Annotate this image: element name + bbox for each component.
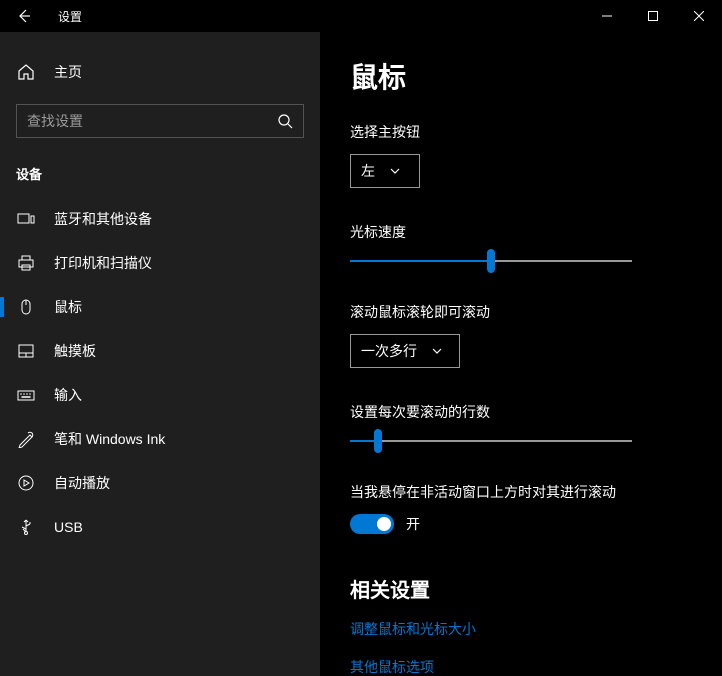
search-box[interactable] <box>16 104 304 138</box>
sidebar-item-touchpad[interactable]: 触摸板 <box>0 329 320 373</box>
sidebar-item-label: 自动播放 <box>54 473 110 493</box>
inactive-hover-label: 当我悬停在非活动窗口上方时对其进行滚动 <box>350 482 692 502</box>
touchpad-icon <box>16 341 36 361</box>
printer-icon <box>16 253 36 273</box>
cursor-speed-slider[interactable] <box>350 260 632 262</box>
scroll-mode-label: 滚动鼠标滚轮即可滚动 <box>350 302 692 322</box>
usb-icon <box>16 517 36 537</box>
minimize-icon <box>602 11 612 21</box>
window-title: 设置 <box>48 8 584 25</box>
chevron-down-icon <box>431 345 443 357</box>
cursor-speed-label: 光标速度 <box>350 222 692 242</box>
sidebar-item-label: 笔和 Windows Ink <box>54 429 165 449</box>
sidebar-item-printers[interactable]: 打印机和扫描仪 <box>0 241 320 285</box>
devices-icon <box>16 209 36 229</box>
chevron-down-icon <box>389 165 401 177</box>
primary-button-dropdown[interactable]: 左 <box>350 154 420 188</box>
page-title: 鼠标 <box>350 56 692 96</box>
link-adjust-mouse-cursor[interactable]: 调整鼠标和光标大小 <box>350 619 692 639</box>
home-link[interactable]: 主页 <box>0 52 320 92</box>
inactive-hover-toggle[interactable] <box>350 514 394 534</box>
sidebar-item-label: 打印机和扫描仪 <box>54 253 152 273</box>
window-controls <box>584 0 722 32</box>
category-header: 设备 <box>0 154 320 197</box>
back-button[interactable] <box>0 0 48 32</box>
lines-per-scroll-label: 设置每次要滚动的行数 <box>350 402 692 422</box>
dropdown-value: 一次多行 <box>361 341 417 361</box>
autoplay-icon <box>16 473 36 493</box>
sidebar-item-pen[interactable]: 笔和 Windows Ink <box>0 417 320 461</box>
pen-icon <box>16 429 36 449</box>
minimize-button[interactable] <box>584 0 630 32</box>
sidebar: 主页 设备 蓝牙和其他设备 打印机和扫描仪 鼠标 <box>0 32 320 676</box>
lines-per-scroll-slider[interactable] <box>350 440 632 442</box>
toggle-state: 开 <box>406 514 420 534</box>
maximize-icon <box>648 11 658 21</box>
sidebar-item-label: USB <box>54 519 83 535</box>
related-settings-header: 相关设置 <box>350 574 692 603</box>
sidebar-item-usb[interactable]: USB <box>0 505 320 549</box>
arrow-left-icon <box>16 8 32 24</box>
primary-button-label: 选择主按钮 <box>350 122 692 142</box>
sidebar-item-label: 蓝牙和其他设备 <box>54 209 152 229</box>
keyboard-icon <box>16 385 36 405</box>
scroll-mode-dropdown[interactable]: 一次多行 <box>350 334 460 368</box>
maximize-button[interactable] <box>630 0 676 32</box>
main-content: 玩转Win10的MS酋长 鼠标 选择主按钮 左 光标速度 滚动鼠标滚轮即可滚动 … <box>320 32 722 676</box>
sidebar-item-typing[interactable]: 输入 <box>0 373 320 417</box>
sidebar-item-autoplay[interactable]: 自动播放 <box>0 461 320 505</box>
dropdown-value: 左 <box>361 161 375 181</box>
close-icon <box>694 11 704 21</box>
home-icon <box>16 62 36 82</box>
home-label: 主页 <box>54 62 82 82</box>
mouse-icon <box>16 297 36 317</box>
search-icon <box>277 113 293 129</box>
search-input[interactable] <box>27 113 277 129</box>
sidebar-item-label: 输入 <box>54 385 82 405</box>
sidebar-item-label: 鼠标 <box>54 297 82 317</box>
link-other-mouse-options[interactable]: 其他鼠标选项 <box>350 657 692 676</box>
sidebar-item-bluetooth[interactable]: 蓝牙和其他设备 <box>0 197 320 241</box>
sidebar-item-label: 触摸板 <box>54 341 96 361</box>
close-button[interactable] <box>676 0 722 32</box>
titlebar: 设置 <box>0 0 722 32</box>
sidebar-item-mouse[interactable]: 鼠标 <box>0 285 320 329</box>
